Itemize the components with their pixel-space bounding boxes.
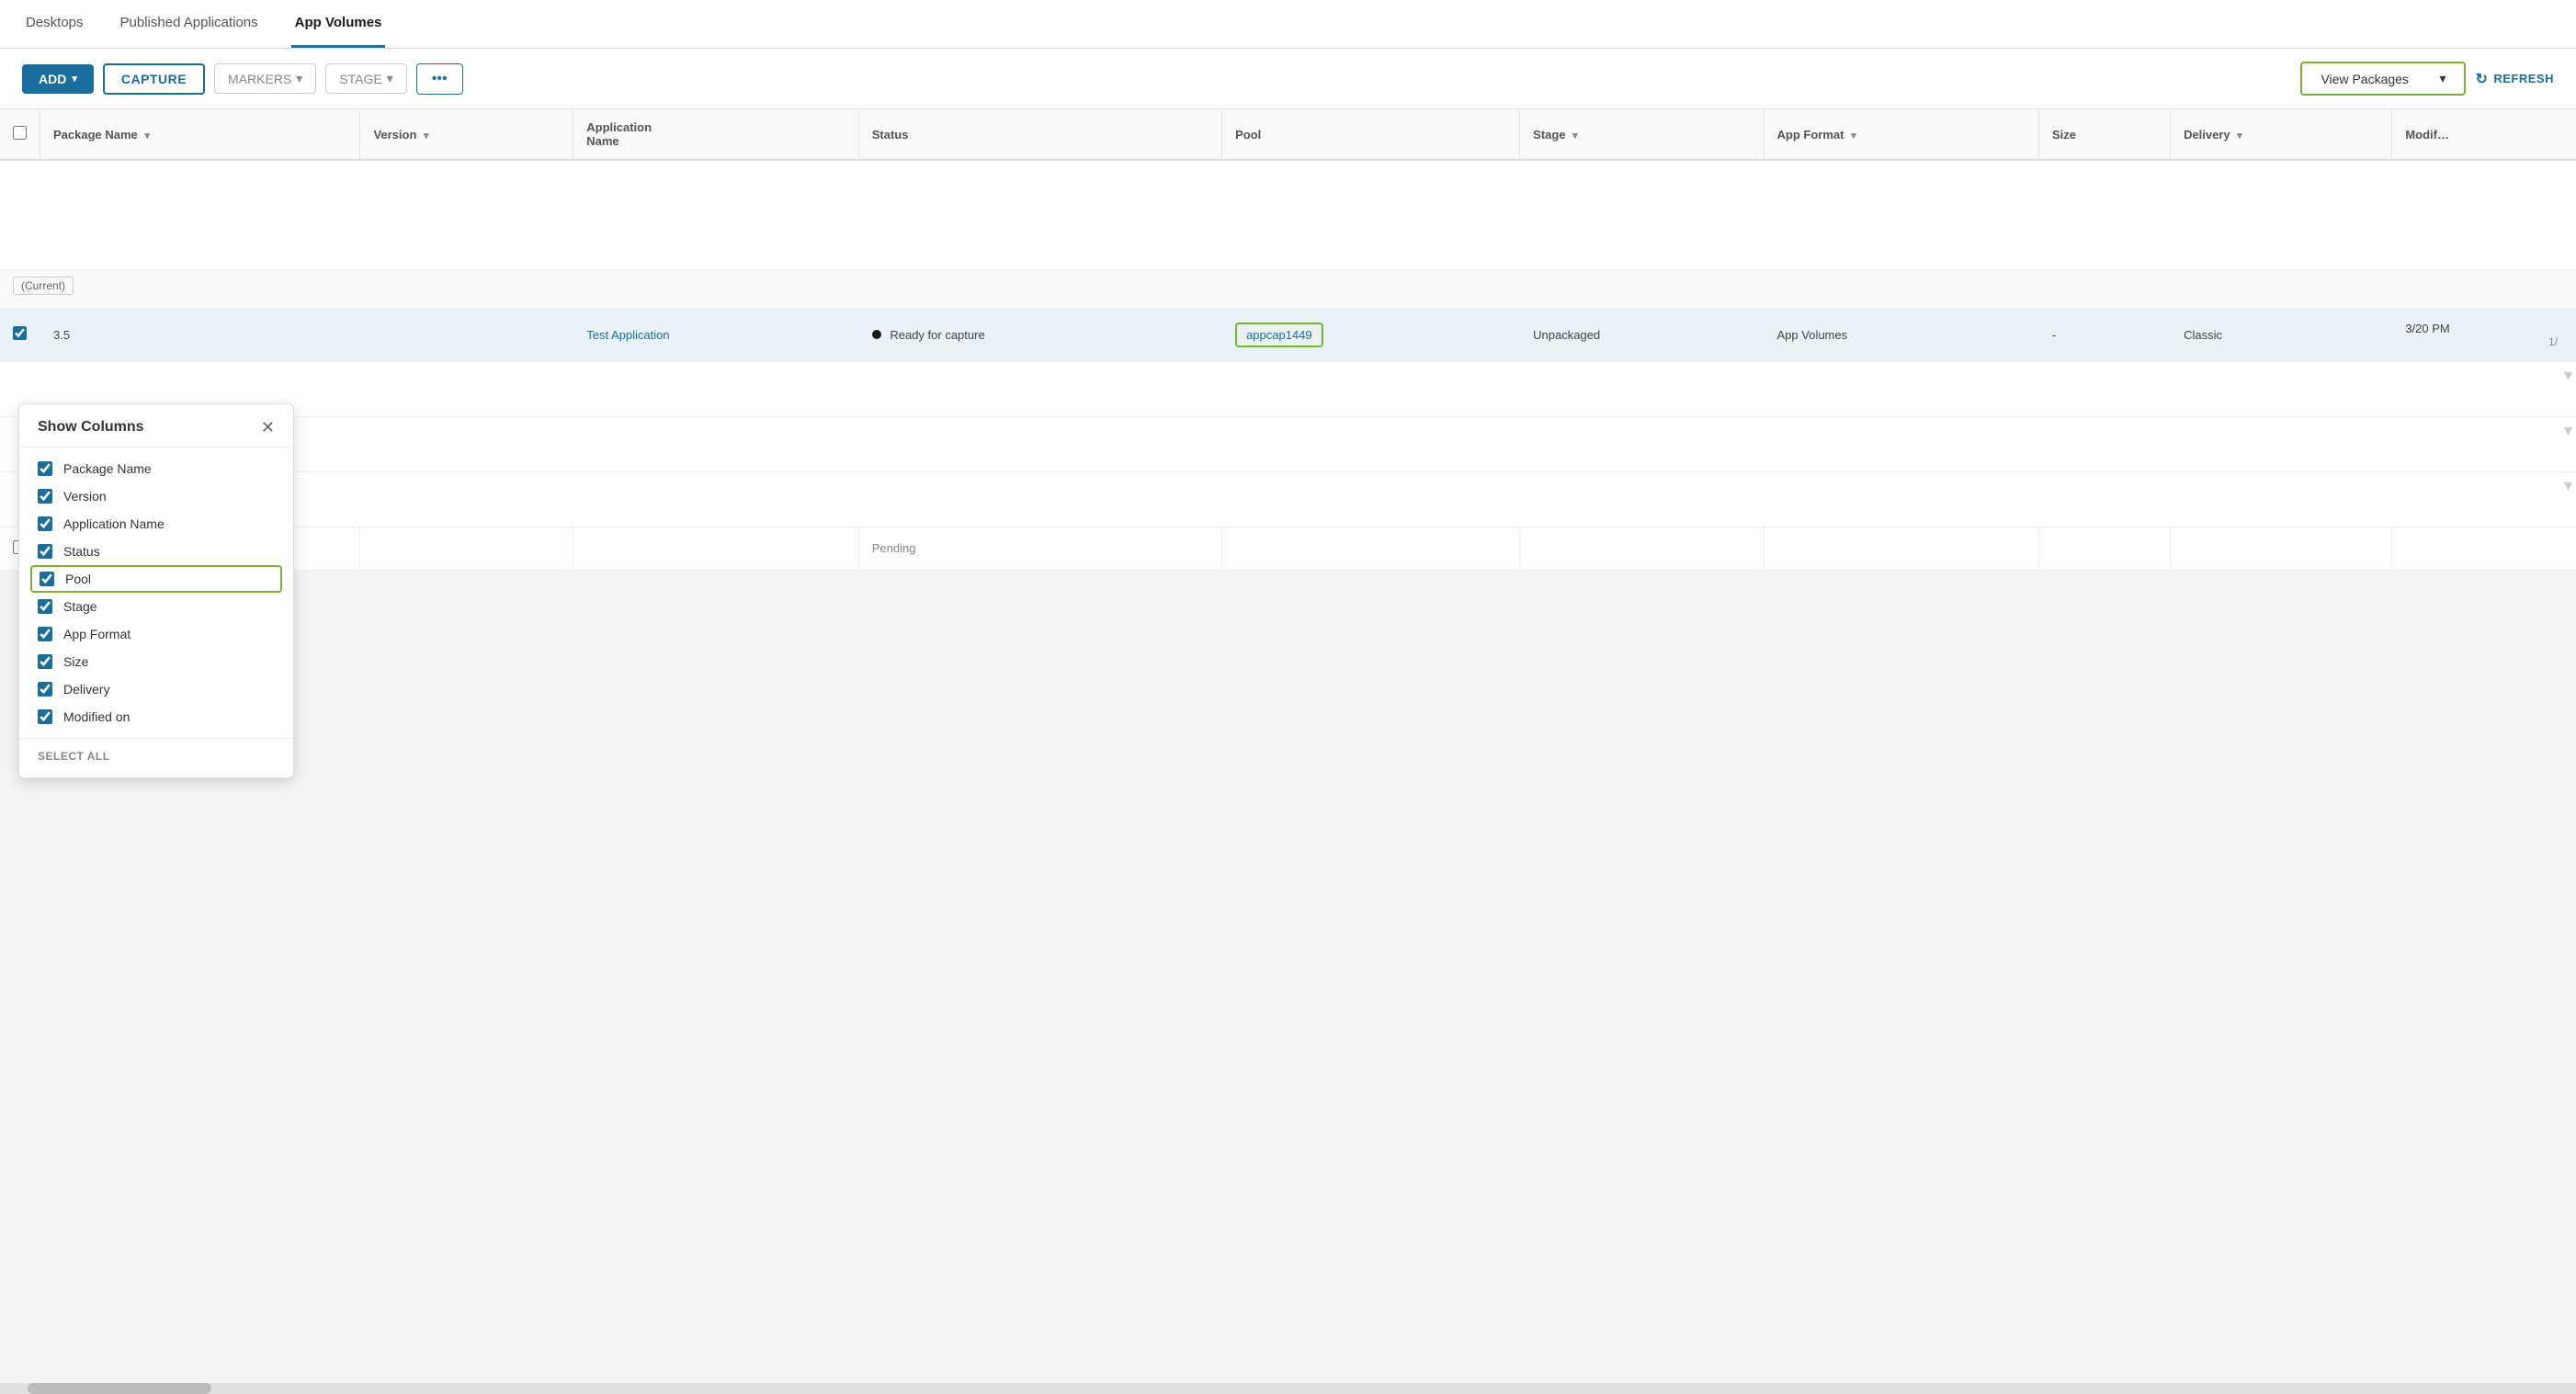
header-checkbox-cell xyxy=(0,109,40,160)
view-packages-chevron-icon: ▾ xyxy=(2439,71,2445,86)
row1-checkbox-cell xyxy=(0,308,40,361)
header-modified[interactable]: Modif… xyxy=(2392,109,2576,160)
view-packages-button[interactable]: View Packages ▾ xyxy=(2300,62,2466,96)
row1-app-link[interactable]: Test Application xyxy=(586,328,669,342)
pending-row[interactable]: Pending xyxy=(0,527,2576,570)
spacer-row-2: ▾ xyxy=(0,416,2576,471)
panel-item-status: Status xyxy=(38,538,275,565)
row1-pool-value[interactable]: appcap1449 xyxy=(1235,323,1323,347)
pending-pool xyxy=(1222,527,1520,570)
pending-stage xyxy=(1520,527,1764,570)
row1-pool[interactable]: appcap1449 xyxy=(1222,308,1520,361)
table-header-row: Package Name ▾ Version ▾ ApplicationName… xyxy=(0,109,2576,160)
markers-chevron-icon: ▾ xyxy=(296,71,302,86)
capture-button[interactable]: CAPTURE xyxy=(103,63,205,95)
table-row[interactable]: 3.5 Test Application Ready for capture a… xyxy=(0,308,2576,361)
panel-item-size: Size xyxy=(38,648,275,675)
current-marker-row: ( Current ) xyxy=(0,270,2576,308)
header-pool[interactable]: Pool xyxy=(1222,109,1520,160)
panel-item-version: Version xyxy=(38,482,275,510)
panel-item-stage: Stage xyxy=(38,593,275,620)
col-checkbox-version[interactable] xyxy=(38,489,52,504)
panel-close-button[interactable]: ✕ xyxy=(261,419,275,436)
sort-version-icon: ▾ xyxy=(424,130,429,142)
row1-application-name[interactable]: Test Application xyxy=(573,308,858,361)
current-marker-badge: ( Current ) xyxy=(13,277,74,295)
row1-version xyxy=(360,308,573,361)
pending-app-format xyxy=(1764,527,2038,570)
col-checkbox-status[interactable] xyxy=(38,544,52,559)
row1-stage: Unpackaged xyxy=(1520,308,1764,361)
panel-item-application-name: Application Name xyxy=(38,510,275,538)
row1-delivery: Classic xyxy=(2171,308,2392,361)
col-checkbox-app-format[interactable] xyxy=(38,627,52,641)
panel-item-app-format: App Format xyxy=(38,620,275,648)
add-button[interactable]: ADD ▾ xyxy=(22,64,94,94)
sort-delivery-icon: ▾ xyxy=(2237,130,2242,142)
panel-item-package-name: Package Name xyxy=(38,455,275,482)
header-size[interactable]: Size xyxy=(2038,109,2170,160)
row1-app-format: App Volumes xyxy=(1764,308,2038,361)
add-chevron-icon: ▾ xyxy=(72,73,77,85)
col-checkbox-stage[interactable] xyxy=(38,599,52,614)
toolbar: ADD ▾ CAPTURE MARKERS ▾ STAGE ▾ ••• View… xyxy=(0,49,2576,109)
pending-status: Pending xyxy=(858,527,1221,570)
pending-application-name xyxy=(573,527,858,570)
markers-button[interactable]: MARKERS ▾ xyxy=(214,63,316,94)
panel-title: Show Columns xyxy=(38,419,144,436)
table-wrapper: Package Name ▾ Version ▾ ApplicationName… xyxy=(0,109,2576,571)
status-dot-icon xyxy=(872,330,881,339)
col-checkbox-delivery[interactable] xyxy=(38,682,52,697)
row1-package-name: 3.5 xyxy=(40,308,360,361)
pending-modified xyxy=(2392,527,2576,570)
header-app-format[interactable]: App Format ▾ xyxy=(1764,109,2038,160)
header-application-name[interactable]: ApplicationName xyxy=(573,109,858,160)
select-all-button[interactable]: SELECT ALL xyxy=(38,750,110,763)
stage-chevron-icon: ▾ xyxy=(387,71,393,86)
sort-app-format-icon: ▾ xyxy=(1851,130,1856,142)
panel-footer: SELECT ALL xyxy=(19,738,293,777)
panel-item-delivery: Delivery xyxy=(38,675,275,703)
refresh-button[interactable]: ↻ REFRESH xyxy=(2475,70,2554,88)
pending-size xyxy=(2038,527,2170,570)
panel-items: Package Name Version Application Name St… xyxy=(19,448,293,738)
sort-stage-icon: ▾ xyxy=(1572,130,1578,142)
spacer-row-3: ▾ xyxy=(0,471,2576,527)
header-version[interactable]: Version ▾ xyxy=(360,109,573,160)
scrollbar-thumb[interactable] xyxy=(28,1383,211,1394)
header-status[interactable]: Status xyxy=(858,109,1221,160)
empty-row xyxy=(0,160,2576,270)
tab-desktops[interactable]: Desktops xyxy=(22,0,87,48)
packages-table: Package Name ▾ Version ▾ ApplicationName… xyxy=(0,109,2576,571)
panel-item-pool: Pool xyxy=(30,565,282,593)
row1-modified: 3/20 PM 1/ xyxy=(2392,308,2576,361)
tab-published-applications[interactable]: Published Applications xyxy=(117,0,262,48)
header-package-name[interactable]: Package Name ▾ xyxy=(40,109,360,160)
more-options-button[interactable]: ••• xyxy=(416,63,463,95)
header-delivery[interactable]: Delivery ▾ xyxy=(2171,109,2392,160)
show-columns-panel: Show Columns ✕ Package Name Version Appl… xyxy=(18,403,294,778)
col-checkbox-application-name[interactable] xyxy=(38,516,52,531)
tab-app-volumes[interactable]: App Volumes xyxy=(291,0,386,48)
main-area: Package Name ▾ Version ▾ ApplicationName… xyxy=(0,109,2576,1394)
row1-checkbox[interactable] xyxy=(13,326,27,340)
stage-button[interactable]: STAGE ▾ xyxy=(325,63,406,94)
spacer-row-1: ▾ xyxy=(0,361,2576,416)
col-checkbox-pool[interactable] xyxy=(40,572,54,586)
refresh-icon: ↻ xyxy=(2475,70,2488,88)
row1-status: Ready for capture xyxy=(858,308,1221,361)
pending-delivery xyxy=(2171,527,2392,570)
panel-header: Show Columns ✕ xyxy=(19,404,293,448)
panel-item-modified-on: Modified on xyxy=(38,703,275,731)
col-checkbox-size[interactable] xyxy=(38,654,52,669)
col-checkbox-package-name[interactable] xyxy=(38,461,52,476)
row1-size: - xyxy=(2038,308,2170,361)
pending-version xyxy=(360,527,573,570)
top-navigation: Desktops Published Applications App Volu… xyxy=(0,0,2576,49)
sort-package-name-icon: ▾ xyxy=(144,130,150,142)
col-checkbox-modified-on[interactable] xyxy=(38,709,52,724)
header-stage[interactable]: Stage ▾ xyxy=(1520,109,1764,160)
horizontal-scrollbar[interactable] xyxy=(0,1383,2576,1394)
select-all-checkbox[interactable] xyxy=(13,126,27,140)
